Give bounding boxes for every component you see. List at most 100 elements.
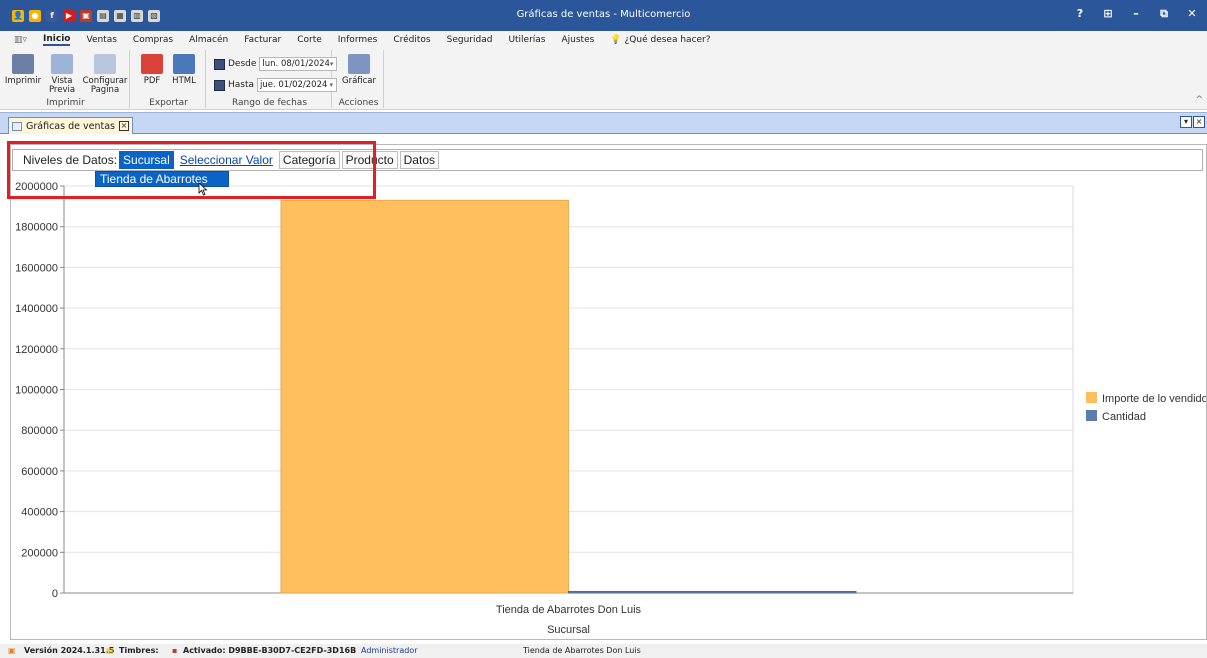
app-menu-icon[interactable]: ▥▿ (14, 35, 27, 45)
mouse-cursor-icon (198, 182, 208, 196)
version-icon: ▣ (8, 646, 16, 655)
desde-field: Desde lun. 08/01/2024 ▾ (214, 57, 338, 71)
calendar-icon (214, 58, 225, 70)
y-tick-label: 800000 (21, 425, 58, 437)
group-acciones: Gráficar Acciones (334, 50, 384, 108)
legend-swatch (1086, 410, 1097, 421)
tab-creditos[interactable]: Créditos (393, 35, 430, 45)
y-tick-label: 1400000 (15, 303, 58, 315)
y-tick-label: 1000000 (15, 385, 58, 397)
page-setup-icon (94, 54, 116, 74)
y-tick-label: 0 (52, 588, 58, 600)
chevron-down-icon[interactable]: ▾ (330, 58, 334, 70)
preview-icon (51, 54, 73, 74)
highlight-box (7, 141, 376, 199)
group-rango-fechas: Desde lun. 08/01/2024 ▾ Hasta jue. 01/02… (208, 50, 338, 108)
status-bar: ▣ Versión 2024.1.31.5 ▤ Timbres: ▪ Activ… (0, 644, 1207, 658)
y-tick-label: 1800000 (15, 222, 58, 234)
x-axis-title: Sucursal (547, 624, 590, 636)
hasta-value: jue. 01/02/2024 (260, 80, 328, 90)
collapse-ribbon-icon[interactable]: ^ (1195, 95, 1203, 105)
status-usuario: Administrador (361, 646, 418, 655)
tab-graficas-ventas[interactable]: Gráficas de ventas × (8, 117, 133, 134)
tab-facturar[interactable]: Facturar (244, 35, 281, 45)
level-datos[interactable]: Datos (399, 151, 439, 169)
imprimir-label: Imprimir (4, 76, 42, 86)
html-icon (173, 54, 195, 74)
calendar-icon (214, 79, 225, 91)
tab-utilerias[interactable]: Utilerías (508, 35, 545, 45)
hasta-date-input[interactable]: jue. 01/02/2024 ▾ (257, 78, 338, 92)
graficar-button[interactable]: Gráficar (338, 54, 380, 86)
status-timbres: Timbres: (119, 646, 159, 655)
configurar-pagina-button[interactable]: Configurar Pagina (82, 54, 128, 95)
timbres-icon: ▤ (106, 646, 114, 655)
chart-content: 0 200000 400000 600000 800000 1000000 1200000 1… (0, 134, 1207, 644)
tab-corte[interactable]: Corte (297, 35, 322, 45)
restore-icon[interactable]: ⧉ (1153, 6, 1175, 22)
vista-previa-label: Vista Previa (48, 76, 76, 95)
y-tick-label: 1600000 (15, 262, 58, 274)
title-bar: 👤 ● f ▶ ▣ ▤ ▦ ▥ ▧ Gráficas de ventas - M… (0, 0, 1207, 31)
tab-strip-controls: ▾ × (1180, 116, 1205, 128)
y-tick-label: 600000 (21, 466, 58, 478)
imprimir-button[interactable]: Imprimir (2, 54, 44, 86)
legend-label: Cantidad (1102, 411, 1146, 423)
printer-icon (12, 54, 34, 74)
legend-label: Importe de lo vendido (1102, 393, 1206, 405)
close-icon[interactable]: ✕ (1181, 6, 1203, 22)
pdf-button[interactable]: PDF (136, 54, 168, 86)
status-sucursal: Tienda de Abarrotes Don Luis (523, 646, 641, 655)
activation-icon: ▪ (172, 646, 178, 655)
document-tab-strip: Gráficas de ventas × ▾ × (0, 112, 1207, 134)
y-tick-label: 1200000 (15, 344, 58, 356)
chart-panel: 0 200000 400000 600000 800000 1000000 1200000 1… (10, 144, 1207, 640)
window-title: Gráficas de ventas - Multicomercio (516, 9, 691, 20)
tab-graficas-label: Gráficas de ventas (26, 120, 115, 132)
desde-date-input[interactable]: lun. 08/01/2024 ▾ (259, 57, 338, 71)
bar-cantidad (568, 590, 857, 594)
lightbulb-icon: 💡 (610, 34, 622, 45)
tab-inicio[interactable]: Inicio (43, 34, 71, 46)
ribbon-display-icon[interactable]: ⊞ (1097, 6, 1119, 22)
html-button[interactable]: HTML (168, 54, 200, 86)
close-tab-icon[interactable]: × (118, 121, 129, 131)
chart-icon (348, 54, 370, 74)
vista-previa-button[interactable]: Vista Previa (44, 54, 80, 95)
hasta-label: Hasta (228, 80, 255, 90)
pdf-icon (141, 54, 163, 74)
chevron-down-icon[interactable]: ▾ (330, 79, 334, 91)
help-icon[interactable]: ? (1069, 6, 1091, 22)
y-tick-label: 200000 (21, 547, 58, 559)
y-tick-label: 400000 (21, 507, 58, 519)
html-label: HTML (172, 76, 196, 86)
minimize-icon[interactable]: – (1125, 6, 1147, 22)
hasta-field: Hasta jue. 01/02/2024 ▾ (214, 78, 338, 92)
group-acciones-label: Acciones (338, 98, 379, 108)
group-exportar: PDF HTML Exportar (132, 50, 206, 108)
group-rango-label: Rango de fechas (231, 98, 308, 108)
tab-compras[interactable]: Compras (133, 35, 173, 45)
configurar-pagina-label: Configurar Pagina (82, 76, 128, 95)
graficar-label: Gráficar (341, 76, 377, 86)
close-document-icon[interactable]: × (1193, 116, 1205, 128)
window-icon (12, 121, 22, 131)
bar-importe-de-lo-vendido (280, 199, 569, 594)
window-list-icon[interactable]: ▾ (1180, 116, 1192, 128)
desde-value: lun. 08/01/2024 (262, 59, 330, 69)
tab-seguridad[interactable]: Seguridad (447, 35, 493, 45)
ribbon: Imprimir Vista Previa Configurar Pagina … (0, 48, 1207, 110)
x-tick-label: Tienda de Abarrotes Don Luis (496, 604, 642, 616)
group-exportar-label: Exportar (149, 98, 188, 108)
pdf-label: PDF (143, 76, 161, 86)
tell-me-search[interactable]: 💡 ¿Qué desea hacer? (610, 35, 710, 45)
tab-ajustes[interactable]: Ajustes (562, 35, 595, 45)
ribbon-tabs: ▥▿ Inicio Ventas Compras Almacén Factura… (0, 31, 1207, 48)
bar-chart: 0 200000 400000 600000 800000 1000000 1200000 1… (15, 181, 1206, 636)
window-controls: ? ⊞ – ⧉ ✕ (1069, 6, 1203, 22)
tab-ventas[interactable]: Ventas (86, 35, 116, 45)
tab-informes[interactable]: Informes (338, 35, 378, 45)
tab-almacen[interactable]: Almacén (189, 35, 228, 45)
group-imprimir-label: Imprimir (46, 98, 85, 108)
legend-swatch (1086, 392, 1097, 403)
